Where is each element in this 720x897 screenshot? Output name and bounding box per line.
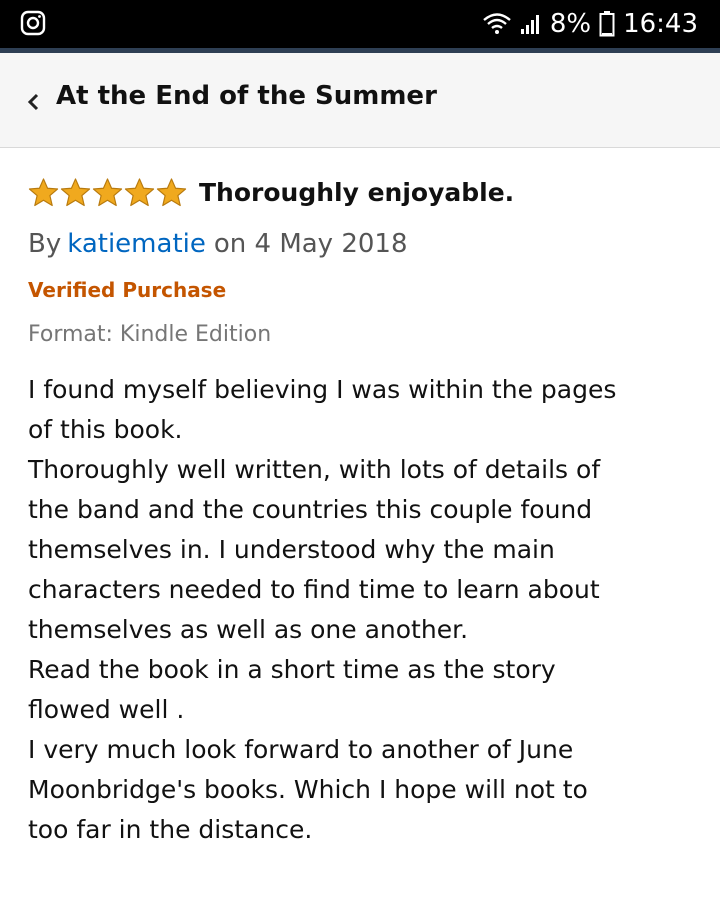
review-body-line: too far in the distance. bbox=[28, 815, 313, 844]
review-card: Thoroughly enjoyable. By katiematie on 4 M… bbox=[28, 170, 692, 850]
review-body: I found myself believing I was within th… bbox=[28, 370, 692, 850]
review-body-line: I found myself believing I was within th… bbox=[28, 375, 617, 404]
battery-icon bbox=[599, 11, 615, 37]
review-body-line: themselves as well as one another. bbox=[28, 615, 469, 644]
review-body-line: Moonbridge's books. Which I hope will no… bbox=[28, 775, 588, 804]
wifi-icon bbox=[483, 13, 511, 34]
star-icon bbox=[124, 177, 155, 206]
star-icon bbox=[28, 177, 59, 206]
page-title: At the End of the Summer bbox=[56, 81, 437, 111]
app-header: At the End of the Summer bbox=[0, 53, 720, 148]
review-body-line: characters needed to find time to learn … bbox=[28, 575, 600, 604]
review-body-line: I very much look forward to another of J… bbox=[28, 735, 574, 764]
review-body-line: Read the book in a short time as the sto… bbox=[28, 655, 556, 684]
author-link[interactable]: katiematie bbox=[67, 229, 206, 259]
review-body-line: Thoroughly well written, with lots of de… bbox=[28, 455, 601, 484]
review-format: Format: Kindle Edition bbox=[28, 322, 272, 347]
review-byline: By katiematie on 4 May 2018 bbox=[28, 226, 692, 262]
review-title-row: Thoroughly enjoyable. bbox=[28, 170, 692, 214]
review-body-line: themselves in. I understood why the main bbox=[28, 535, 555, 564]
star-icon bbox=[60, 177, 91, 206]
battery-percent: 8% bbox=[549, 9, 592, 39]
by-label: By bbox=[28, 229, 62, 259]
review-body-line: flowed well . bbox=[28, 695, 185, 724]
verified-purchase-badge: Verified Purchase bbox=[28, 278, 227, 302]
review-date: on 4 May 2018 bbox=[213, 229, 408, 259]
instagram-icon bbox=[20, 10, 46, 36]
signal-icon bbox=[520, 15, 539, 34]
review-body-line: the band and the countries this couple f… bbox=[28, 495, 593, 524]
star-rating bbox=[28, 177, 187, 208]
status-indicators: 8% 16:43 bbox=[482, 6, 698, 42]
star-icon bbox=[156, 177, 187, 206]
clock: 16:43 bbox=[623, 9, 698, 39]
star-icon bbox=[92, 177, 123, 206]
review-body-line: of this book. bbox=[28, 415, 183, 444]
status-bar: 8% 16:43 bbox=[0, 0, 720, 48]
chevron-left-icon[interactable] bbox=[24, 91, 42, 113]
review-title: Thoroughly enjoyable. bbox=[199, 177, 515, 207]
